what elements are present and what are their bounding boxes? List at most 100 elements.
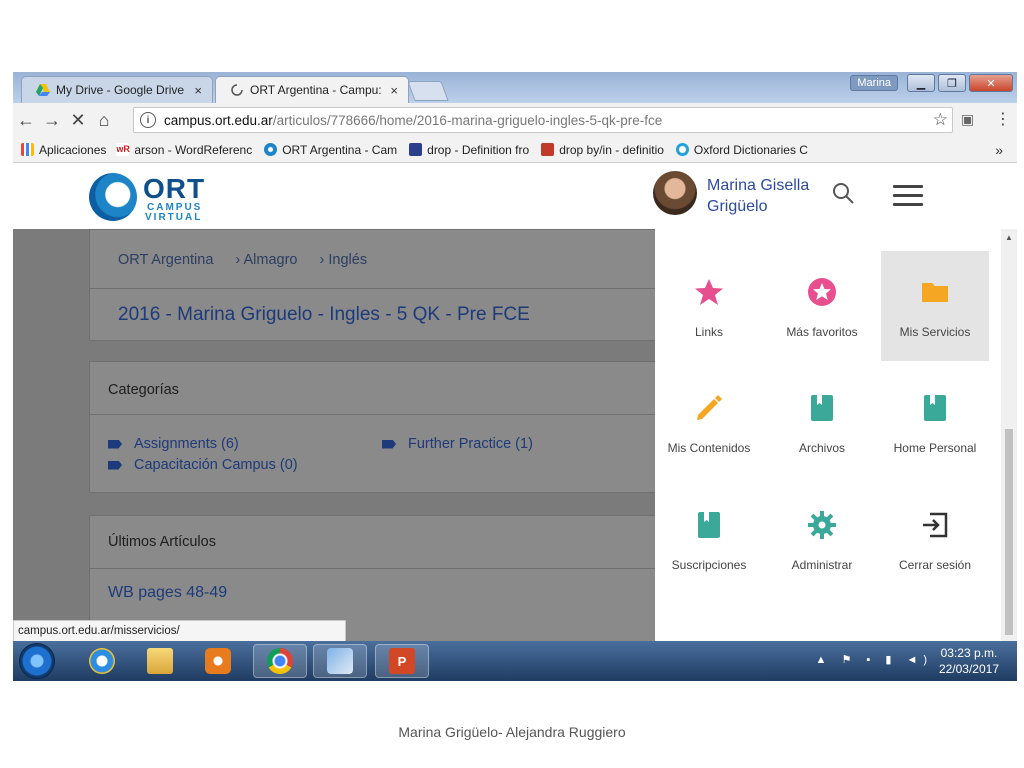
menu-item-archivos[interactable]: Archivos: [768, 367, 876, 477]
hamburger-menu-icon[interactable]: [893, 185, 923, 212]
menu-item-home-personal[interactable]: Home Personal: [881, 367, 989, 477]
window-user-chip[interactable]: Marina: [850, 75, 898, 91]
screenshot: My Drive - Google Drive × ORT Argentina …: [13, 72, 1017, 681]
bookmark-wordreference[interactable]: wR arson - WordReferenc: [116, 143, 252, 157]
dictionary-icon: [409, 143, 423, 156]
kebab-menu-icon[interactable]: ⋮: [995, 109, 1011, 129]
menu-item-mis-servicios[interactable]: Mis Servicios: [881, 251, 989, 361]
restore-button[interactable]: ❐: [938, 74, 966, 92]
menu-item-suscripciones[interactable]: Suscripciones: [655, 484, 763, 594]
ort-campus-logo[interactable]: ORT CAMPUS VIRTUAL: [89, 171, 209, 223]
folder-icon: [922, 283, 948, 302]
extension-icon[interactable]: ▣: [961, 111, 974, 128]
paint-icon[interactable]: [313, 644, 367, 678]
scrollbar-thumb[interactable]: [1005, 429, 1013, 635]
back-arrow-icon[interactable]: ←: [13, 110, 39, 131]
browser-tab-bar: My Drive - Google Drive × ORT Argentina …: [13, 72, 1017, 103]
breadcrumb-item-ingles[interactable]: › Inglés: [320, 252, 368, 268]
url-input[interactable]: i campus.ort.edu.ar/articulos/778666/hom…: [133, 107, 953, 133]
menu-item-mas-favoritos[interactable]: Más favoritos: [768, 251, 876, 361]
book-icon: [811, 395, 833, 421]
site-header: ORT CAMPUS VIRTUAL Marina Gisella Grigüe…: [13, 163, 1017, 229]
breadcrumb-item-almagro[interactable]: › Almagro: [235, 252, 297, 268]
bookmark-oxford[interactable]: Oxford Dictionaries C: [675, 143, 808, 157]
category-further-practice[interactable]: Further Practice (1): [382, 436, 533, 452]
stop-loading-icon[interactable]: ✕: [65, 110, 91, 131]
url-host: campus.ort.edu.ar: [164, 112, 273, 128]
breadcrumb: ORT Argentina › Almagro › Inglés: [118, 252, 385, 268]
tab-label: My Drive - Google Drive: [56, 83, 185, 97]
menu-item-mis-contenidos[interactable]: Mis Contenidos: [655, 367, 763, 477]
tab-ort-campus[interactable]: ORT Argentina - Campu: ×: [215, 76, 409, 103]
loading-spinner-icon: [230, 83, 244, 97]
search-icon[interactable]: [831, 181, 855, 205]
menu-item-links[interactable]: Links: [655, 251, 763, 361]
book-icon: [924, 395, 946, 421]
internet-explorer-icon[interactable]: [75, 644, 129, 678]
logo-text: ORT: [143, 173, 206, 204]
divider: [90, 568, 688, 569]
menu-item-administrar[interactable]: Administrar: [768, 484, 876, 594]
close-icon[interactable]: ×: [194, 83, 202, 98]
latest-articles-heading: Últimos Artículos: [108, 534, 216, 550]
categories-card: Categorías Assignments (6) Capacitación …: [89, 361, 689, 493]
bookmarks-overflow-button[interactable]: »: [995, 142, 1003, 158]
tab-label: ORT Argentina - Campu:: [250, 83, 382, 97]
window-controls: Marina ▁ ❐ ✕: [850, 74, 1013, 92]
user-name[interactable]: Marina Gisella Grigüelo: [707, 175, 827, 217]
clock-date: 22/03/2017: [938, 662, 999, 676]
course-header-card: ORT Argentina › Almagro › Inglés 2016 - …: [89, 229, 689, 341]
cambridge-icon: [541, 143, 555, 156]
article-link[interactable]: WB pages 48-49: [108, 584, 227, 602]
forward-arrow-icon[interactable]: →: [39, 110, 65, 131]
close-icon[interactable]: ×: [390, 83, 398, 98]
tab-google-drive[interactable]: My Drive - Google Drive ×: [21, 76, 213, 103]
scroll-up-arrow-icon[interactable]: ▲: [1005, 233, 1013, 242]
gear-icon: [808, 511, 836, 539]
page-scrollbar[interactable]: ▲: [1001, 229, 1017, 641]
ort-logo-mark: [89, 173, 137, 221]
divider: [90, 288, 688, 289]
wordreference-icon: wR: [116, 143, 130, 156]
web-page: ORT CAMPUS VIRTUAL Marina Gisella Grigüe…: [13, 163, 1017, 641]
taskbar-clock[interactable]: 03:23 p.m. 22/03/2017: [939, 645, 999, 677]
bookmark-drop-definition[interactable]: drop - Definition fro: [409, 143, 529, 157]
apps-grid-icon: [21, 143, 34, 156]
file-explorer-icon[interactable]: [133, 644, 187, 678]
address-toolbar: ← → ✕ ⌂ i campus.ort.edu.ar/articulos/77…: [13, 103, 1017, 137]
divider: [90, 414, 688, 415]
minimize-button[interactable]: ▁: [907, 74, 935, 92]
google-drive-icon: [36, 83, 50, 97]
bookmark-star-icon[interactable]: ☆: [933, 110, 948, 130]
new-tab-button[interactable]: [407, 81, 449, 101]
media-player-icon[interactable]: [191, 644, 245, 678]
category-capacitacion[interactable]: Capacitación Campus (0): [108, 457, 298, 473]
tag-icon: [382, 439, 396, 449]
logo-subtitle: CAMPUS VIRTUAL: [145, 202, 203, 223]
bookmark-cambridge[interactable]: drop by/in - definitio: [541, 143, 664, 157]
page-title: 2016 - Marina Griguelo - Ingles - 5 QK -…: [118, 304, 530, 325]
menu-item-cerrar-sesion[interactable]: Cerrar sesión: [881, 484, 989, 594]
tag-icon: [108, 460, 122, 470]
bookmark-aplicaciones[interactable]: Aplicaciones: [21, 143, 106, 157]
powerpoint-icon[interactable]: P: [375, 644, 429, 678]
start-button[interactable]: [19, 643, 55, 679]
avatar[interactable]: [653, 171, 697, 215]
status-url-tooltip: campus.ort.edu.ar/misservicios/: [13, 620, 346, 642]
pencil-icon: [697, 395, 722, 420]
windows-taskbar: P ▲ ⚑ ▪ ▮ ◄) 03:23 p.m. 22/03/2017: [13, 641, 1017, 681]
book-icon: [698, 512, 720, 538]
chrome-icon[interactable]: [253, 644, 307, 678]
bookmark-ort[interactable]: ORT Argentina - Cam: [264, 143, 397, 157]
system-tray-icons[interactable]: ▲ ⚑ ▪ ▮ ◄): [816, 653, 933, 666]
breadcrumb-item-ort-argentina[interactable]: ORT Argentina: [118, 252, 213, 268]
close-window-button[interactable]: ✕: [969, 74, 1013, 92]
star-circle-icon: [808, 278, 836, 306]
bookmarks-bar: Aplicaciones wR arson - WordReferenc ORT…: [13, 137, 1017, 163]
category-assignments[interactable]: Assignments (6): [108, 436, 239, 452]
ort-icon: [264, 143, 278, 156]
info-icon[interactable]: i: [140, 112, 156, 128]
home-icon[interactable]: ⌂: [91, 110, 117, 131]
oxford-icon: [675, 143, 689, 156]
url-path: /articulos/778666/home/2016-marina-grigu…: [272, 112, 663, 128]
